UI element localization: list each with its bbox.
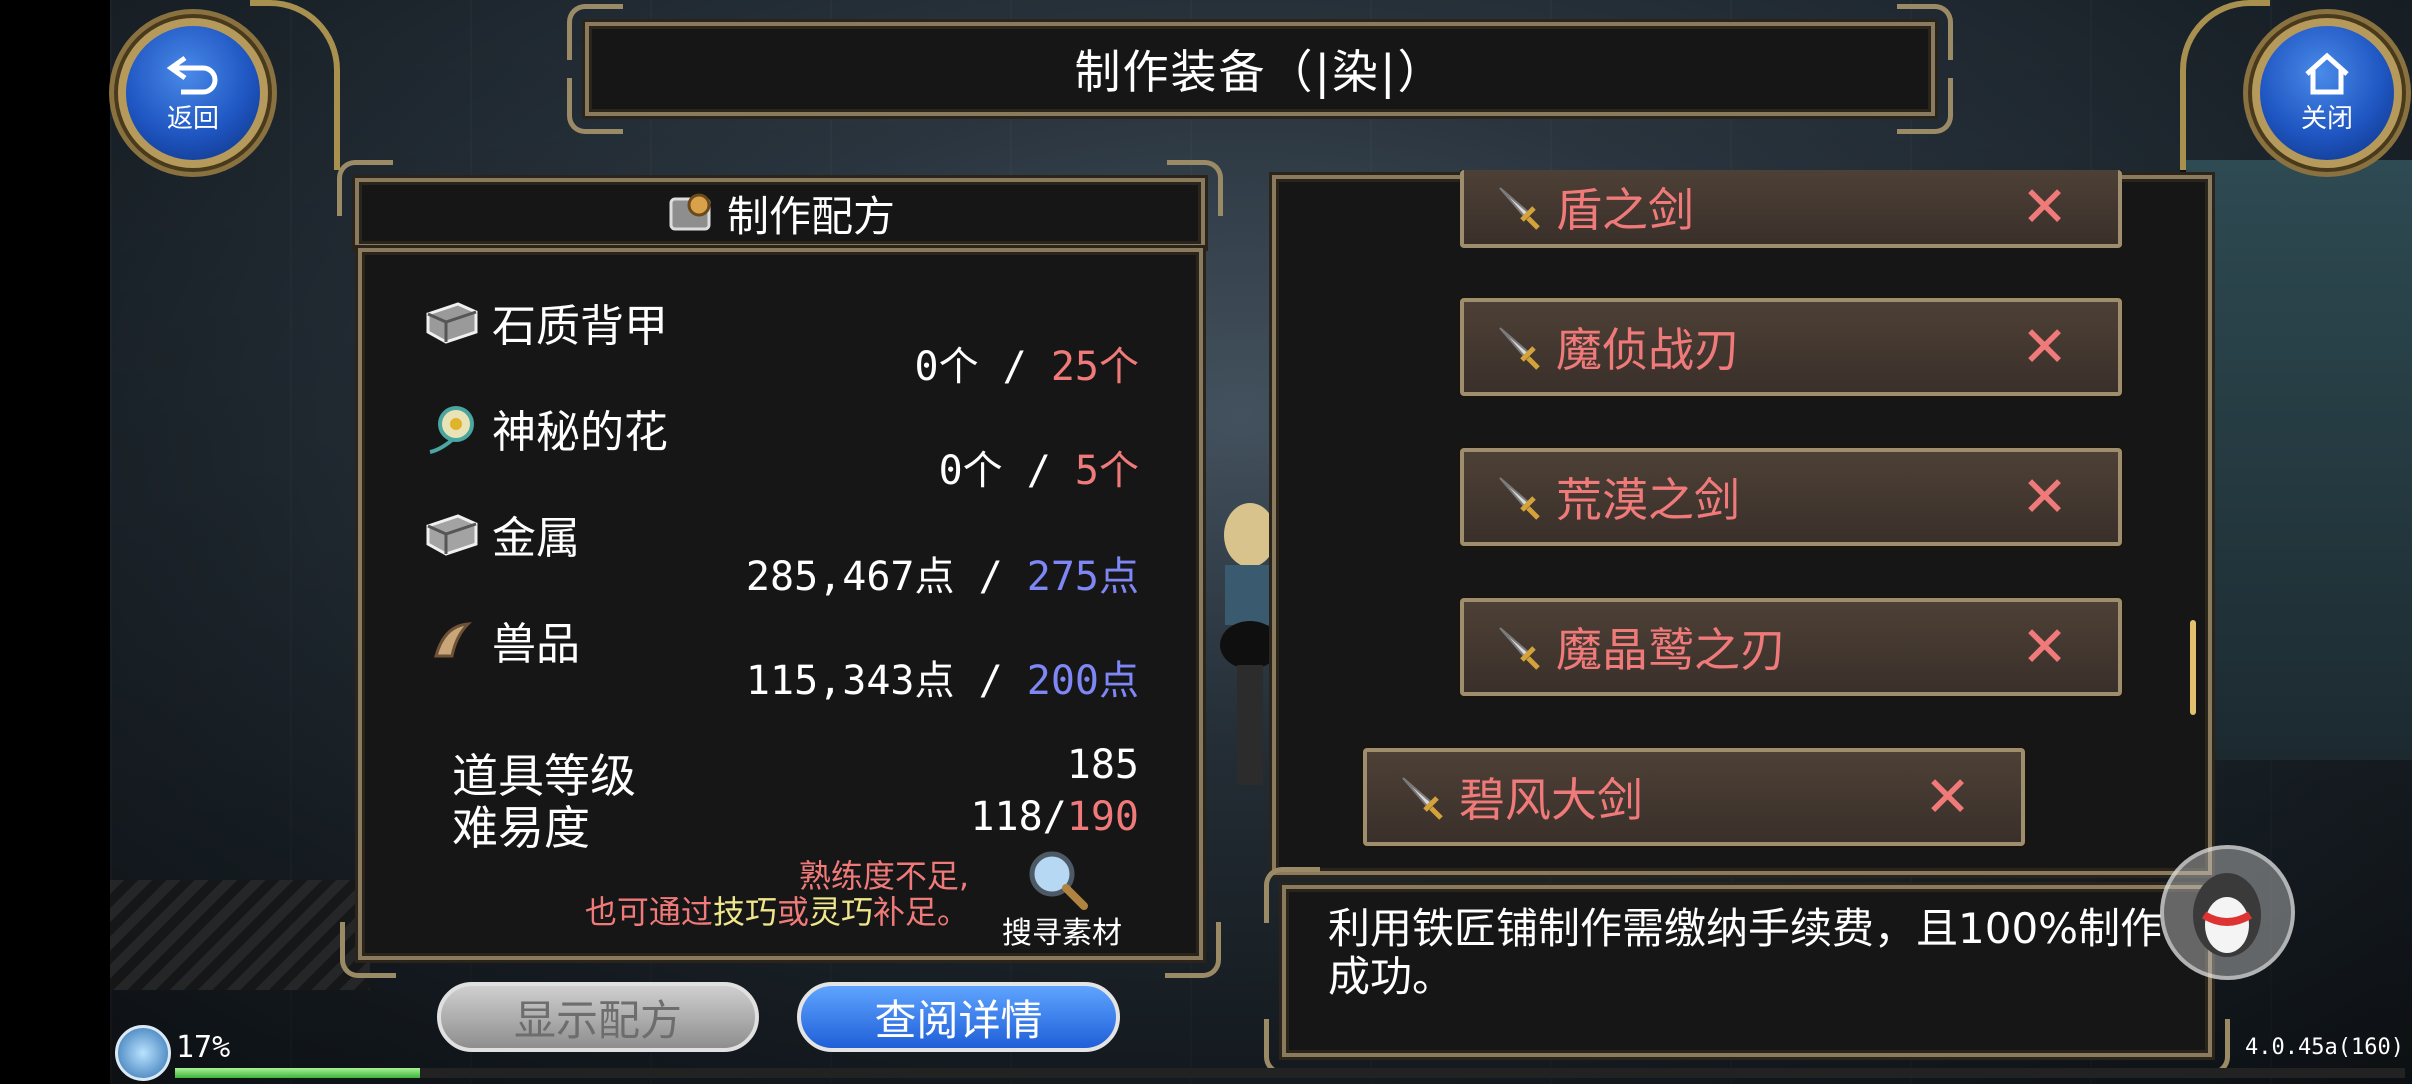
material-row: 神秘的花 [422,396,668,460]
background-floor-grate [110,880,370,990]
search-material-label: 搜寻素材 [1002,916,1122,951]
search-material-button[interactable]: 搜寻素材 [982,851,1142,952]
title-bar: 制作装备（|染|） [567,4,1953,134]
material-row: 石质背甲 [422,290,668,354]
equipment-name: 魔侦战刃 [1556,323,1740,377]
penguin-icon [2193,873,2261,957]
equipment-name: 荒漠之剑 [1556,473,1740,527]
view-detail-button[interactable]: 查阅详情 [797,982,1120,1052]
back-button[interactable]: 返回 [118,18,268,168]
remove-icon[interactable]: ✕ [2021,465,2068,530]
claw-icon [434,622,472,658]
material-quantity: 285,467点 / 275点 [745,554,1139,600]
left-black-bar [0,0,110,1084]
material-quantity: 0个 / 5个 [938,448,1139,494]
info-panel: 利用铁匠铺制作需缴纳手续费，且100%制作成功。 [1264,867,2230,1075]
page-title: 制作装备（|染|） [1074,45,1446,99]
material-row: 兽品 [422,608,580,672]
equipment-list-item[interactable]: 魔侦战刃 ✕ [1460,298,2122,396]
equipment-list-item[interactable]: 盾之剑 ✕ [1460,170,2122,248]
material-quantity: 0个 / 25个 [914,344,1139,390]
game-screen: 制作装备（|染|） 返回 关闭 制作配方 石质背甲 0个 / 25个 神秘的花 … [0,0,2412,1084]
material-name: 金属 [492,513,580,564]
remove-icon[interactable]: ✕ [1924,765,1971,830]
equipment-name: 碧风大剑 [1459,773,1643,827]
background-door [2180,160,2412,760]
exp-bar-fill [175,1068,421,1078]
skill-warning: 熟练度不足, 也可通过技巧或灵巧补足。 [584,857,969,931]
equipment-name: 盾之剑 [1556,183,1694,237]
sword-icon [1402,777,1443,820]
material-name: 石质背甲 [492,301,668,352]
material-name: 兽品 [492,619,580,670]
metal-icon [426,514,478,556]
difficulty-value: 118/190 [970,794,1139,840]
recipe-header-label: 制作配方 [726,191,895,241]
difficulty-label: 难易度 [452,801,590,855]
equipment-list-item[interactable]: 魔晶鹫之刃 ✕ [1460,598,2122,696]
show-recipe-button[interactable]: 显示配方 [437,982,759,1052]
exp-percent: 17% [176,1030,231,1065]
back-label: 返回 [166,103,219,134]
magnifier-icon [1029,851,1088,910]
flower-icon [429,406,474,454]
version-label: 4.0.45a(160) [2245,1035,2404,1060]
sword-icon [1499,187,1540,230]
info-text: 利用铁匠铺制作需缴纳手续费，且100%制作成功。 [1328,904,2163,1001]
recipe-book-icon [669,193,711,231]
list-scrollbar[interactable] [2190,620,2196,715]
item-level-value: 185 [1066,742,1139,788]
sword-icon [1499,627,1540,670]
sword-icon [1499,477,1540,520]
sword-icon [1499,327,1540,370]
close-label: 关闭 [2300,103,2353,134]
remove-icon[interactable]: ✕ [2021,315,2068,380]
home-icon [2305,52,2349,94]
close-button[interactable]: 关闭 [2252,18,2402,168]
equipment-list-item[interactable]: 荒漠之剑 ✕ [1460,448,2122,546]
recipe-panel: 石质背甲 0个 / 25个 神秘的花 0个 / 5个 金属 285,467点 /… [340,248,1221,978]
remove-icon[interactable]: ✕ [2021,615,2068,680]
remove-icon[interactable]: ✕ [2021,175,2068,240]
equipment-name: 魔晶鹫之刃 [1556,623,1786,677]
material-quantity: 115,343点 / 200点 [745,658,1139,704]
stone-shell-icon [426,302,478,344]
material-name: 神秘的花 [492,407,668,458]
back-arrow-icon [166,55,218,94]
material-row: 金属 [422,502,580,566]
floating-assistant-button[interactable] [2160,845,2295,980]
recipe-header: 制作配方 [337,160,1223,248]
equipment-list-item[interactable]: 碧风大剑 ✕ [1363,748,2025,846]
exp-badge-icon [115,1025,171,1081]
exp-bar [175,1068,2405,1078]
